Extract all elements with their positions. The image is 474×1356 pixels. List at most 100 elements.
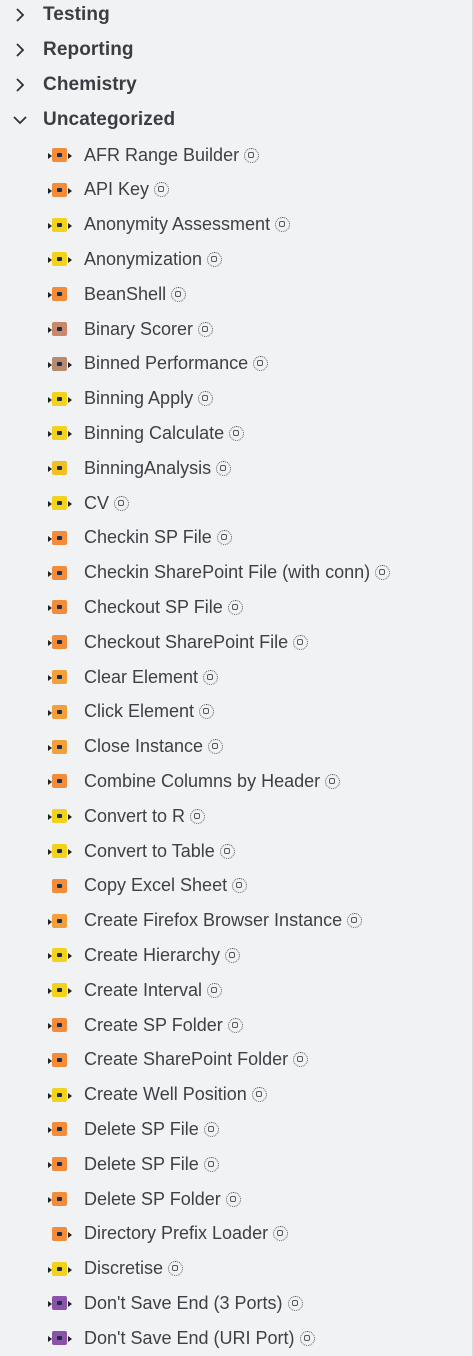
community-extension-icon — [203, 669, 219, 685]
node-label: Don't Save End (URI Port) — [84, 1327, 295, 1348]
node-item[interactable]: Click Element — [0, 695, 460, 729]
node-label: Create Well Position — [84, 1084, 247, 1105]
node-icon — [48, 946, 72, 964]
community-extension-icon — [273, 1226, 289, 1242]
node-icon — [48, 842, 72, 860]
node-item[interactable]: BinningAnalysis — [0, 451, 460, 485]
node-item[interactable]: Directory Prefix Loader — [0, 1217, 460, 1251]
node-item[interactable]: Anonymity Assessment — [0, 208, 460, 242]
community-extension-icon — [199, 704, 215, 720]
node-item[interactable]: Don't Save End (URI Port) — [0, 1321, 460, 1355]
community-extension-icon — [203, 1156, 219, 1172]
node-label: Discretise — [84, 1258, 164, 1279]
node-label: Binned Performance — [84, 353, 249, 374]
community-extension-icon — [219, 843, 235, 859]
node-icon — [48, 772, 72, 790]
node-icon — [48, 877, 72, 895]
node-item[interactable]: Anonymization — [0, 242, 460, 276]
category-testing[interactable]: Testing — [0, 0, 460, 32]
node-icon — [48, 1329, 72, 1347]
node-icon — [48, 981, 72, 999]
category-label: Reporting — [43, 39, 134, 60]
community-extension-icon — [347, 913, 363, 929]
node-item[interactable]: Delete SP Folder — [0, 1182, 460, 1216]
category-chemistry[interactable]: Chemistry — [0, 68, 460, 102]
community-extension-icon — [232, 878, 248, 894]
node-item[interactable]: Checkout SharePoint File — [0, 625, 460, 659]
node-icon — [48, 1120, 72, 1138]
node-label: Close Instance — [84, 736, 204, 757]
community-extension-icon — [325, 773, 341, 789]
node-item[interactable]: Checkin SharePoint File (with conn) — [0, 556, 460, 590]
node-icon — [48, 633, 72, 651]
node-label: Checkout SharePoint File — [84, 631, 289, 652]
community-extension-icon — [227, 1017, 243, 1033]
node-label: Convert to R — [84, 805, 186, 826]
node-label: Convert to Table — [84, 840, 215, 861]
node-icon — [48, 1016, 72, 1034]
node-icon — [48, 250, 72, 268]
category-label: Testing — [43, 4, 110, 25]
node-item[interactable]: Binned Performance — [0, 347, 460, 381]
node-item[interactable]: Create SharePoint Folder — [0, 1043, 460, 1077]
node-icon — [48, 390, 72, 408]
node-label: Binary Scorer — [84, 318, 194, 339]
node-label: API Key — [84, 179, 150, 200]
node-icon — [48, 703, 72, 721]
node-icon — [48, 285, 72, 303]
node-item[interactable]: Create Hierarchy — [0, 938, 460, 972]
community-extension-icon — [375, 565, 391, 581]
node-item[interactable]: Convert to Table — [0, 834, 460, 868]
node-item[interactable]: API Key — [0, 173, 460, 207]
community-extension-icon — [253, 356, 269, 372]
node-label: Binning Calculate — [84, 422, 225, 443]
node-item[interactable]: Don't Save End (3 Ports) — [0, 1286, 460, 1320]
node-item[interactable]: Create Interval — [0, 973, 460, 1007]
community-extension-icon — [275, 217, 291, 233]
node-label: Clear Element — [84, 666, 199, 687]
community-extension-icon — [203, 1121, 219, 1137]
node-item[interactable]: Checkin SP File — [0, 521, 460, 555]
node-icon — [48, 1190, 72, 1208]
node-item[interactable]: BeanShell — [0, 277, 460, 311]
node-item[interactable]: Close Instance — [0, 730, 460, 764]
node-repository-panel: Testing Reporting Chemistry Uncategorized A… — [0, 0, 474, 1356]
node-label: CV — [84, 492, 110, 513]
node-item[interactable]: Create SP Folder — [0, 1008, 460, 1042]
node-label: Don't Save End (3 Ports) — [84, 1292, 283, 1313]
node-item[interactable]: Discretise — [0, 1252, 460, 1286]
node-icon — [48, 529, 72, 547]
chevron-right-icon — [13, 43, 27, 57]
node-item[interactable]: Copy Excel Sheet — [0, 869, 460, 903]
node-item[interactable]: Delete SP File — [0, 1147, 460, 1181]
node-icon — [48, 1225, 72, 1243]
node-item[interactable]: Combine Columns by Header — [0, 764, 460, 798]
node-label: AFR Range Builder — [84, 144, 240, 165]
community-extension-icon — [293, 634, 309, 650]
community-extension-icon — [225, 947, 241, 963]
community-extension-icon — [198, 321, 214, 337]
node-item[interactable]: Binning Calculate — [0, 416, 460, 450]
category-uncategorized[interactable]: Uncategorized — [0, 103, 460, 137]
node-label: Click Element — [84, 701, 195, 722]
community-extension-icon — [154, 182, 170, 198]
node-label: Delete SP File — [84, 1118, 199, 1139]
community-extension-icon — [208, 739, 224, 755]
node-label: Combine Columns by Header — [84, 770, 321, 791]
community-extension-icon — [207, 982, 223, 998]
node-item[interactable]: Binary Scorer — [0, 312, 460, 346]
node-label: Create SharePoint Folder — [84, 1049, 289, 1070]
node-item[interactable]: Convert to R — [0, 799, 460, 833]
node-item[interactable]: CV — [0, 486, 460, 520]
node-item[interactable]: Create Firefox Browser Instance — [0, 904, 460, 938]
node-item[interactable]: Clear Element — [0, 660, 460, 694]
community-extension-icon — [216, 530, 232, 546]
node-item[interactable]: Checkout SP File — [0, 590, 460, 624]
node-item[interactable]: AFR Range Builder — [0, 138, 460, 172]
node-label: Delete SP File — [84, 1153, 199, 1174]
category-reporting[interactable]: Reporting — [0, 33, 460, 67]
node-item[interactable]: Delete SP File — [0, 1112, 460, 1146]
node-item[interactable]: Create Well Position — [0, 1078, 460, 1112]
node-item[interactable]: Binning Apply — [0, 382, 460, 416]
community-extension-icon — [190, 808, 206, 824]
